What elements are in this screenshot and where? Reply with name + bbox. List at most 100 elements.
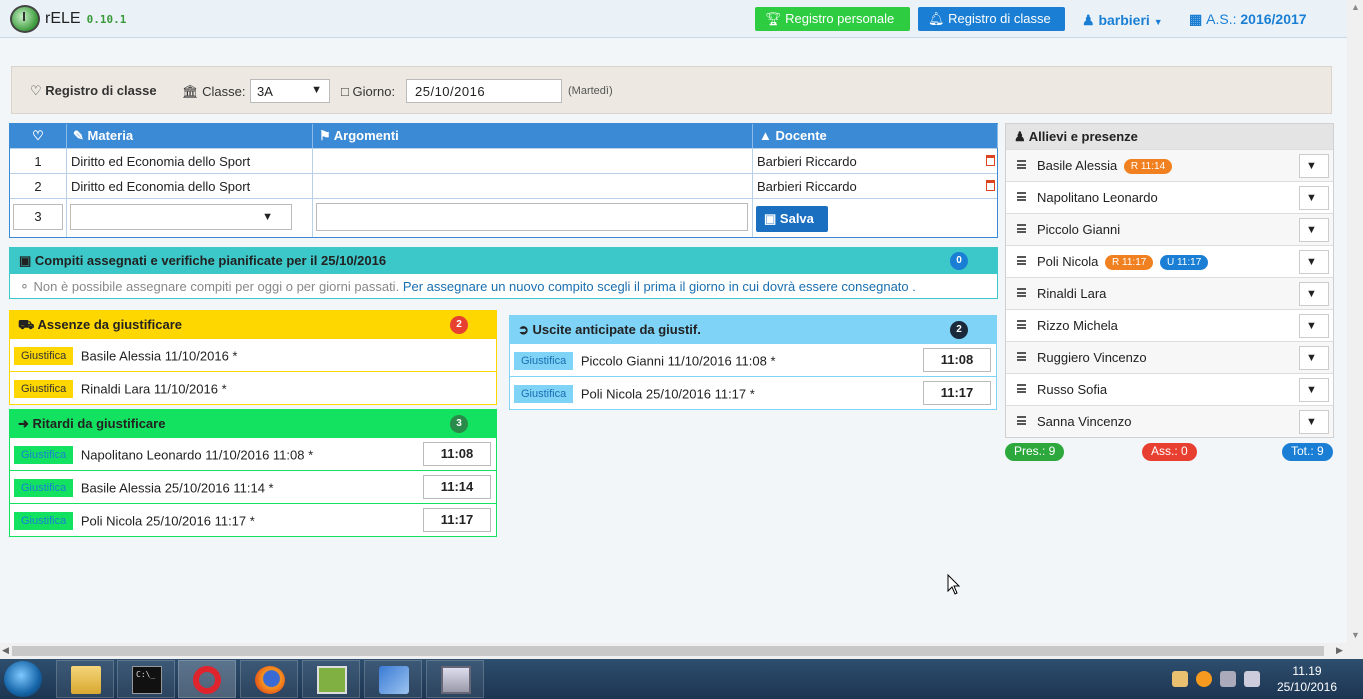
presence-dropdown[interactable]: ▼	[1299, 378, 1329, 402]
uscita-time-input[interactable]: 11:17	[923, 381, 991, 405]
notepad-taskbar-button[interactable]	[302, 660, 360, 698]
classe-select[interactable]: 3A ▼	[250, 79, 330, 103]
tray-update-icon[interactable]	[1196, 671, 1212, 687]
presence-dropdown[interactable]: ▼	[1299, 186, 1329, 210]
list-item: Giustifica Basile Alessia 25/10/2016 11:…	[10, 470, 496, 503]
presence-dropdown[interactable]: ▼	[1299, 410, 1329, 434]
registro-classe-button[interactable]: 🔔︎ Registro di classe	[918, 7, 1065, 31]
lesson-docente: Barbieri Riccardo	[753, 174, 998, 198]
table-row[interactable]: 1 Diritto ed Economia dello Sport Barbie…	[10, 148, 997, 173]
lesson-materia: Diritto ed Economia dello Sport	[67, 149, 313, 173]
classe-select-value: 3A	[257, 84, 273, 99]
file-explorer-taskbar-button[interactable]	[56, 660, 114, 698]
save-button[interactable]: ▣ Salva	[756, 206, 828, 232]
new-lesson-materia-select[interactable]: ▼	[70, 204, 292, 230]
list-item: Giustifica Poli Nicola 25/10/2016 11:17 …	[10, 503, 496, 536]
caret-down-icon: ▼	[311, 84, 322, 96]
presence-dropdown[interactable]: ▼	[1299, 314, 1329, 338]
giustifica-button[interactable]: Giustifica	[14, 347, 74, 365]
brand[interactable]: rELE 0.10.1	[10, 5, 126, 33]
user-name: barbieri	[1098, 12, 1150, 28]
scrollbar-thumb[interactable]	[12, 646, 1324, 656]
presence-dropdown[interactable]: ▼	[1299, 282, 1329, 306]
presence-dropdown[interactable]: ▼	[1299, 218, 1329, 242]
presence-dropdown[interactable]: ▼	[1299, 250, 1329, 274]
scroll-left-icon[interactable]: ◀	[2, 645, 9, 656]
assenti-count-badge: Ass.: 0	[1142, 443, 1197, 461]
student-name: Sanna Vincenzo	[1037, 414, 1132, 429]
firefox-taskbar-button[interactable]	[240, 660, 298, 698]
giustifica-button[interactable]: Giustifica	[14, 446, 74, 464]
giustifica-button[interactable]: Giustifica	[14, 479, 74, 497]
list-item[interactable]: Russo Sofia ▼	[1006, 373, 1333, 405]
ritardi-count-badge: 3	[450, 415, 468, 433]
network-icon	[379, 666, 409, 694]
giorno-date-input[interactable]: 25/10/2016	[406, 79, 562, 103]
list-item[interactable]: Napolitano Leonardo ▼	[1006, 181, 1333, 213]
lesson-argomenti[interactable]	[313, 174, 753, 198]
start-button[interactable]	[4, 661, 42, 697]
user-menu[interactable]: ♟ barbieri ▼	[1082, 12, 1163, 29]
volume-icon[interactable]	[1244, 671, 1260, 687]
ritardo-text: Poli Nicola 25/10/2016 11:17 *	[80, 513, 255, 529]
lesson-argomenti[interactable]	[313, 149, 753, 173]
caret-down-icon: ▼	[1153, 17, 1163, 27]
giustifica-button[interactable]: Giustifica	[14, 512, 74, 530]
new-lesson-number-input[interactable]: 3	[13, 204, 63, 230]
presence-dropdown[interactable]: ▼	[1299, 346, 1329, 370]
toolbar-title: ♡ Registro di classe	[30, 83, 157, 99]
ritardo-time-input[interactable]: 11:17	[423, 508, 491, 532]
list-item[interactable]: Sanna Vincenzo ▼	[1006, 405, 1333, 437]
scroll-up-icon[interactable]: ▲	[1351, 2, 1360, 12]
taskbar-clock[interactable]: 11.19 25/10/2016	[1268, 663, 1346, 695]
list-item[interactable]: Ruggiero Vincenzo ▼	[1006, 341, 1333, 373]
horizontal-scrollbar[interactable]: ◀ ▶	[0, 643, 1347, 659]
giustifica-button[interactable]: Giustifica	[514, 385, 574, 403]
ritardi-title: Ritardi da giustificare	[32, 416, 166, 431]
trash-icon[interactable]	[986, 180, 995, 191]
bell-icon: ♡	[32, 128, 44, 143]
terminal-taskbar-button[interactable]: C:\_	[117, 660, 175, 698]
registro-personale-button[interactable]: 🏆︎ Registro personale	[755, 7, 910, 31]
vertical-scrollbar[interactable]: ▲ ▼	[1347, 0, 1363, 659]
lessons-table: ♡ ✎ Materia ⚑ Argomenti ▲ Docente 1 Diri…	[9, 123, 998, 238]
tray-app-icon[interactable]	[1172, 671, 1188, 687]
menu-icon	[1017, 320, 1026, 329]
giustifica-button[interactable]: Giustifica	[514, 352, 574, 370]
monitor-icon	[441, 666, 471, 694]
table-row[interactable]: 2 Diritto ed Economia dello Sport Barbie…	[10, 173, 997, 198]
clock-logo-icon	[10, 5, 40, 33]
network-taskbar-button[interactable]	[364, 660, 422, 698]
day-name: (Martedì)	[568, 85, 613, 97]
remote-desktop-taskbar-button[interactable]	[426, 660, 484, 698]
new-lesson-materia-cell: ▼	[67, 199, 313, 237]
list-item[interactable]: Piccolo Gianni ▼	[1006, 213, 1333, 245]
list-item[interactable]: Rinaldi Lara ▼	[1006, 277, 1333, 309]
presence-dropdown[interactable]: ▼	[1299, 154, 1329, 178]
ritardo-time-input[interactable]: 11:14	[423, 475, 491, 499]
list-item[interactable]: Basile Alessia R 11:14 ▼	[1006, 149, 1333, 181]
students-header: ♟ Allievi e presenze	[1006, 124, 1333, 149]
scroll-right-icon[interactable]: ▶	[1336, 645, 1343, 656]
hour-header: ♡	[10, 124, 67, 148]
trash-icon[interactable]	[986, 155, 995, 166]
opera-taskbar-button[interactable]	[178, 660, 236, 698]
new-lesson-row: 3 ▼ ▣ Salva	[10, 198, 997, 237]
compiti-note: Non è possibile assegnare compiti per og…	[33, 279, 400, 294]
compiti-link[interactable]: Per assegnare un nuovo compito scegli il…	[403, 279, 916, 294]
new-lesson-argomenti-textarea[interactable]	[316, 203, 748, 231]
graduation-cap-icon: ▲	[759, 128, 772, 143]
menu-icon	[1017, 256, 1026, 265]
student-name-wrap: Basile Alessia R 11:14	[1037, 158, 1173, 174]
sign-in-icon: ➜	[18, 416, 29, 431]
list-item[interactable]: Poli Nicola R 11:17 U 11:17 ▼	[1006, 245, 1333, 277]
list-item[interactable]: Rizzo Michela ▼	[1006, 309, 1333, 341]
uscita-time-input[interactable]: 11:08	[923, 348, 991, 372]
network-status-icon[interactable]	[1220, 671, 1236, 687]
giustifica-button[interactable]: Giustifica	[14, 380, 74, 398]
school-year[interactable]: ▦ A.S.: 2016/2017	[1189, 11, 1307, 28]
ritardo-time-input[interactable]: 11:08	[423, 442, 491, 466]
scroll-down-icon[interactable]: ▼	[1351, 630, 1360, 640]
menu-icon	[1017, 416, 1026, 425]
argomenti-header: ⚑ Argomenti	[313, 124, 753, 148]
